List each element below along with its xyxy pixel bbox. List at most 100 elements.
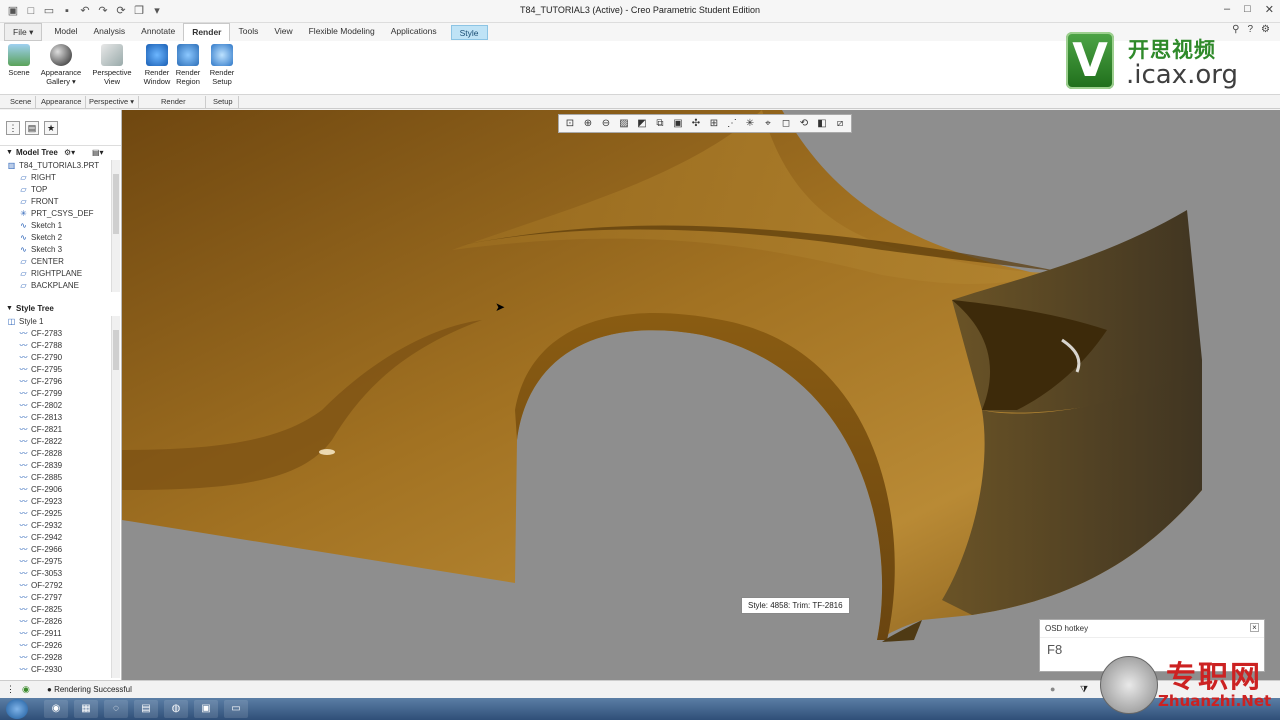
style-tree-item[interactable]: 〰 CF-2923 (0, 496, 121, 508)
tree-item[interactable]: ▱ RIGHTPLANE (0, 268, 121, 280)
style-tree-item[interactable]: 〰 CF-2928 (0, 652, 121, 664)
tab-tools[interactable]: Tools (230, 23, 266, 41)
browser-toggle-icon[interactable]: ◉ (22, 684, 30, 695)
appearance-gallery-button[interactable]: Appearance Gallery ▾ (38, 44, 84, 86)
saved-orientations-icon[interactable]: ⧉ (651, 116, 669, 132)
annotation-display-icon[interactable]: ⟲ (795, 116, 813, 132)
style-tree-item[interactable]: 〰 CF-2966 (0, 544, 121, 556)
tab-applications[interactable]: Applications (383, 23, 445, 41)
tree-item[interactable]: ∿ Sketch 3 (0, 244, 121, 256)
scene-button[interactable]: Scene (6, 44, 32, 77)
style-tree-item[interactable]: 〰 CF-2822 (0, 436, 121, 448)
spin-center-icon[interactable]: ◻ (777, 116, 795, 132)
style-tree-item[interactable]: ◫ Style 1 (0, 316, 121, 328)
tab-file[interactable]: File ▾ (4, 23, 43, 41)
zoom-in-icon[interactable]: ⊕ (579, 116, 597, 132)
taskbar-app-4-icon[interactable]: ▤ (134, 700, 158, 718)
taskbar-app-2-icon[interactable]: ▦ (74, 700, 98, 718)
tab-render[interactable]: Render (183, 23, 231, 41)
tree-item[interactable]: ▱ CENTER (0, 256, 121, 268)
tab-style[interactable]: Style (450, 25, 488, 40)
render-setup-button[interactable]: Render Setup (207, 44, 237, 86)
collapse-icon[interactable]: ▼ (6, 302, 13, 316)
favorites-icon[interactable]: ★ (44, 121, 58, 135)
view-manager-icon[interactable]: ▣ (669, 116, 687, 132)
refit-icon[interactable]: ⊡ (561, 116, 579, 132)
perspective-view-button[interactable]: Perspective View (90, 44, 134, 86)
style-tree-item[interactable]: 〰 CF-2813 (0, 412, 121, 424)
close-icon[interactable]: ✕ (1265, 3, 1274, 16)
taskbar-app-3-icon[interactable]: ◌ (104, 700, 128, 718)
graphics-window[interactable]: ⊡ ⊕ ⊖ ▨ ◩ ⧉ ▣ ✣ ⊞ ⋰ ✳ ⌖ ◻ ⟲ ◧ ⧄ ➤ Style:… (122, 110, 1280, 680)
creo-icon[interactable]: ▣ (194, 700, 218, 718)
style-tree-item[interactable]: 〰 CF-2925 (0, 508, 121, 520)
style-tree-item[interactable]: 〰 CF-2788 (0, 340, 121, 352)
tab-view[interactable]: View (266, 23, 300, 41)
point-display-icon[interactable]: ✳ (741, 116, 759, 132)
appearance-display-icon[interactable]: ◧ (813, 116, 831, 132)
tab-annotate[interactable]: Annotate (133, 23, 183, 41)
minimize-icon[interactable]: – (1224, 3, 1230, 16)
datum-display-icon[interactable]: ✣ (687, 116, 705, 132)
style-tree-item[interactable]: 〰 CF-2826 (0, 616, 121, 628)
style-tree-item[interactable]: 〰 CF-2783 (0, 328, 121, 340)
style-tree-item[interactable]: 〰 CF-2795 (0, 364, 121, 376)
style-tree-item[interactable]: 〰 CF-2821 (0, 424, 121, 436)
tab-model[interactable]: Model (46, 23, 85, 41)
tree-toggle-icon[interactable]: ⋮ (6, 684, 15, 695)
tree-item[interactable]: ▱ RIGHT (0, 172, 121, 184)
zoom-out-icon[interactable]: ⊖ (597, 116, 615, 132)
style-tree-item[interactable]: 〰 CF-2942 (0, 532, 121, 544)
tree-item[interactable]: ∿ Sketch 1 (0, 220, 121, 232)
tree-item[interactable]: ▱ BACKPLANE (0, 280, 121, 292)
style-tree-item[interactable]: 〰 CF-2930 (0, 664, 121, 676)
style-tree-item[interactable]: 〰 OF-2792 (0, 580, 121, 592)
close-icon[interactable]: × (1250, 623, 1259, 632)
chrome-icon[interactable]: ◍ (164, 700, 188, 718)
taskbar-app-1-icon[interactable]: ◉ (44, 700, 68, 718)
tree-settings-icon[interactable]: ⚙▾ (64, 146, 75, 160)
filter-icon[interactable]: ⧩ (1080, 684, 1088, 695)
tab-flexible-modeling[interactable]: Flexible Modeling (301, 23, 383, 41)
tree-item[interactable]: ▥ T84_TUTORIAL3.PRT (0, 160, 121, 172)
style-tree-item[interactable]: 〰 CF-2926 (0, 640, 121, 652)
perspective-display-icon[interactable]: ⧄ (831, 116, 849, 132)
record-icon[interactable]: ● (1050, 684, 1055, 694)
tab-analysis[interactable]: Analysis (86, 23, 134, 41)
style-tree-item[interactable]: 〰 CF-2799 (0, 388, 121, 400)
style-tree-item[interactable]: 〰 CF-2885 (0, 472, 121, 484)
plane-display-icon[interactable]: ⊞ (705, 116, 723, 132)
options-icon[interactable]: ⚙ (1261, 24, 1270, 35)
tree-item[interactable]: ∿ Sketch 2 (0, 232, 121, 244)
style-tree-item[interactable]: 〰 CF-2932 (0, 520, 121, 532)
collapse-icon[interactable]: ▼ (6, 146, 13, 160)
tree-show-icon[interactable]: ▤▾ (92, 146, 104, 160)
style-tree-scrollbar[interactable] (111, 316, 120, 678)
render-window-button[interactable]: Render Window (142, 44, 172, 86)
style-tree-item[interactable]: 〰 CF-2911 (0, 628, 121, 640)
tree-item[interactable]: ▱ FRONT (0, 196, 121, 208)
style-tree-item[interactable]: 〰 CF-2828 (0, 448, 121, 460)
style-tree-item[interactable]: 〰 CF-2802 (0, 400, 121, 412)
render-region-button[interactable]: Render Region (173, 44, 203, 86)
model-tree-scrollbar[interactable] (111, 160, 120, 292)
tree-item[interactable]: ✳ PRT_CSYS_DEF (0, 208, 121, 220)
csys-display-icon[interactable]: ⌖ (759, 116, 777, 132)
model-tree-header[interactable]: ▼ Model Tree ⚙▾ ▤▾ (0, 146, 121, 160)
style-tree-item[interactable]: 〰 CF-2975 (0, 556, 121, 568)
display-style-icon[interactable]: ◩ (633, 116, 651, 132)
style-tree-item[interactable]: 〰 CF-2906 (0, 484, 121, 496)
tree-item[interactable]: ▱ TOP (0, 184, 121, 196)
style-tree-item[interactable]: 〰 CF-2797 (0, 592, 121, 604)
axis-display-icon[interactable]: ⋰ (723, 116, 741, 132)
maximize-icon[interactable]: □ (1244, 3, 1251, 16)
style-tree-item[interactable]: 〰 CF-2790 (0, 352, 121, 364)
model-tree-tab-icon[interactable]: ⋮ (6, 121, 20, 135)
repaint-icon[interactable]: ▨ (615, 116, 633, 132)
style-tree-item[interactable]: 〰 CF-2839 (0, 460, 121, 472)
taskbar-app-7-icon[interactable]: ▭ (224, 700, 248, 718)
group-perspective[interactable]: Perspective ▾ (89, 97, 134, 106)
style-tree-item[interactable]: 〰 CF-2796 (0, 376, 121, 388)
style-tree-item[interactable]: 〰 CF-3053 (0, 568, 121, 580)
style-tree-item[interactable]: 〰 CF-2825 (0, 604, 121, 616)
